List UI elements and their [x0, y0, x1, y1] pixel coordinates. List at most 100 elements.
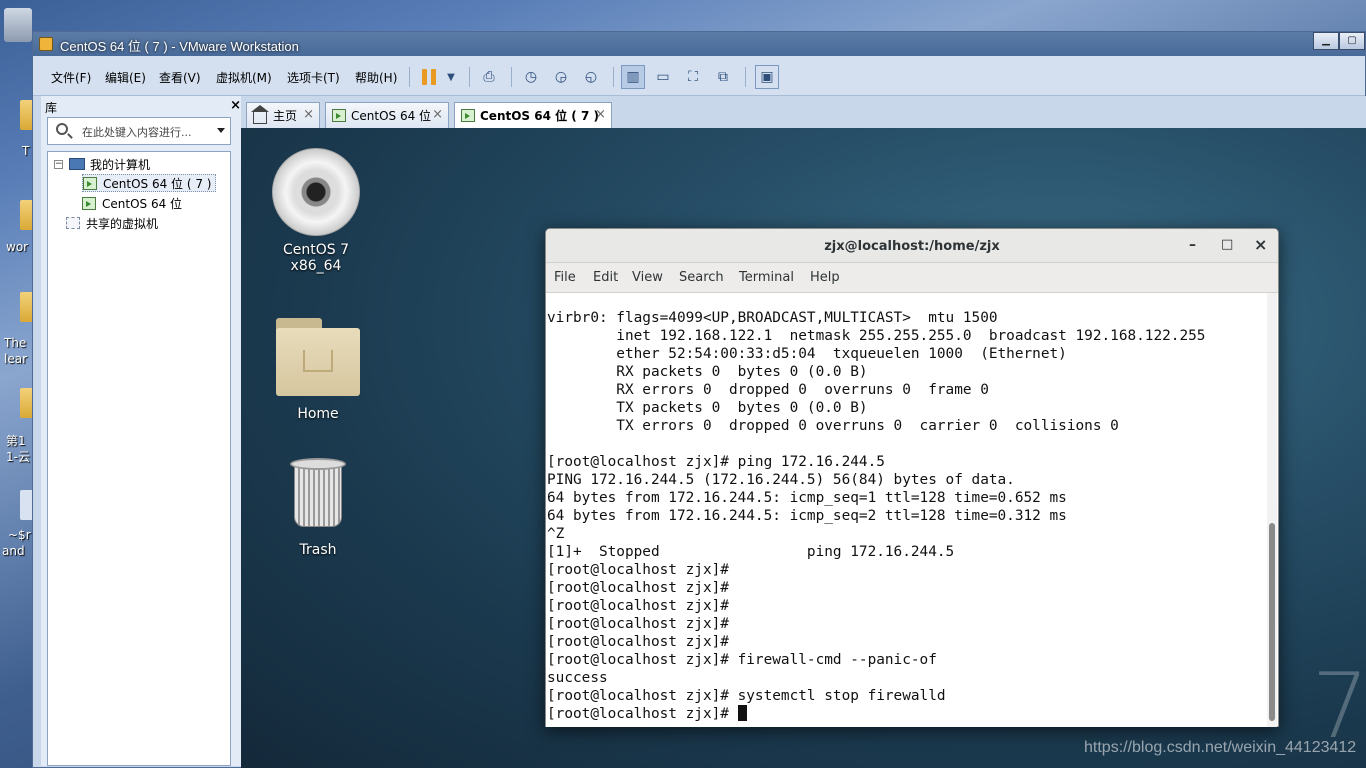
computer-icon — [69, 158, 85, 170]
close-icon[interactable]: × — [432, 107, 443, 122]
guest-icon-home[interactable]: Home — [271, 318, 365, 422]
maximize-button[interactable]: ▢ — [1339, 32, 1365, 50]
menu-view[interactable]: 查看(V) — [159, 69, 201, 86]
menu-edit[interactable]: 编辑(E) — [105, 69, 146, 86]
terminal-titlebar[interactable]: zjx@localhost:/home/zjx – □ × — [546, 229, 1278, 263]
terminal-line: [root@localhost zjx]# — [547, 598, 729, 614]
vm-icon — [332, 109, 346, 122]
terminal-line: ether 52:54:00:33:d5:04 txqueuelen 1000 … — [547, 346, 1067, 362]
collapse-icon[interactable]: − — [54, 159, 63, 169]
library-search-input[interactable]: 在此处键入内容进行... — [47, 117, 231, 145]
menubar: 文件(F) 编辑(E) 查看(V) 虚拟机(M) 选项卡(T) 帮助(H) ▼ … — [33, 56, 1365, 96]
terminal-scrollbar[interactable] — [1267, 293, 1277, 727]
guest-desktop[interactable]: CentOS 7 x86_64 Home Trash 7 zjx@localho… — [241, 128, 1366, 768]
terminal-title: zjx@localhost:/home/zjx — [824, 239, 1000, 254]
snapshot-icon[interactable]: ◷ — [519, 65, 543, 89]
send-ctrl-alt-del-icon[interactable]: ⎙ — [477, 65, 501, 89]
thumbnail-bar-icon[interactable]: ▭ — [651, 65, 675, 89]
tab-label: CentOS 64 位 ( 7 ) — [480, 109, 599, 123]
menu-help[interactable]: Help — [810, 270, 840, 285]
chevron-down-icon[interactable]: ▼ — [439, 65, 463, 89]
window-title: CentOS 64 位 ( 7 ) - VMware Workstation — [60, 39, 299, 54]
unity-icon[interactable]: ⧉ — [711, 65, 735, 89]
vmware-titlebar[interactable]: CentOS 64 位 ( 7 ) - VMware Workstation ▁… — [33, 32, 1365, 56]
terminal-window[interactable]: zjx@localhost:/home/zjx – □ × File Edit … — [545, 228, 1279, 727]
maximize-icon[interactable]: □ — [1221, 237, 1233, 252]
close-icon[interactable]: × — [595, 107, 606, 122]
desktop-icon-label: ~$r — [8, 528, 31, 542]
desktop-folder-icon[interactable]: T — [0, 100, 34, 160]
terminal-menubar: File Edit View Search Terminal Help — [546, 263, 1278, 293]
tab-centos[interactable]: CentOS 64 位 × — [325, 102, 449, 128]
library-header: 库 — [45, 101, 58, 115]
terminal-line: 64 bytes from 172.16.244.5: icmp_seq=2 t… — [547, 508, 1067, 524]
tree-item-vm-centos-7[interactable]: CentOS 64 位 ( 7 ) — [82, 174, 217, 192]
chevron-down-icon[interactable] — [217, 128, 225, 133]
tab-label: 主页 — [273, 109, 298, 123]
vm-icon — [82, 196, 96, 210]
menu-file[interactable]: File — [554, 270, 576, 285]
minimize-button[interactable]: ▁ — [1313, 32, 1339, 50]
toolbar-separator — [409, 67, 410, 87]
terminal-line: RX errors 0 dropped 0 overruns 0 frame 0 — [547, 382, 989, 398]
tree-item-label: 我的计算机 — [90, 157, 151, 172]
search-placeholder: 在此处键入内容进行... — [82, 126, 192, 139]
tree-item-label: CentOS 64 位 — [102, 196, 183, 211]
menu-tabs[interactable]: 选项卡(T) — [287, 69, 340, 86]
home-icon — [251, 104, 269, 124]
guest-icon-label: CentOS 7 x86_64 — [282, 242, 349, 274]
desktop-icon-label: 1-云 — [6, 450, 30, 464]
menu-edit[interactable]: Edit — [593, 270, 618, 285]
close-icon[interactable]: × — [1254, 235, 1267, 254]
menu-help[interactable]: 帮助(H) — [355, 69, 397, 86]
menu-view[interactable]: View — [632, 270, 663, 285]
terminal-output[interactable]: virbr0: flags=4099<UP,BROADCAST,MULTICAS… — [546, 293, 1268, 727]
menu-terminal[interactable]: Terminal — [739, 270, 794, 285]
desktop-folder-icon[interactable]: The lear — [0, 292, 34, 372]
search-icon — [56, 123, 68, 135]
fullscreen-icon[interactable]: ⛶ — [681, 65, 705, 89]
recycle-bin-icon[interactable]: recy — [0, 8, 34, 42]
terminal-line: RX packets 0 bytes 0 (0.0 B) — [547, 364, 868, 380]
desktop-icon-label: T — [22, 144, 30, 158]
menu-search[interactable]: Search — [679, 270, 724, 285]
tab-label: CentOS 64 位 — [351, 109, 432, 123]
desktop-icon-label: and — [2, 544, 25, 558]
desktop-icon-label: wor — [6, 240, 29, 254]
scrollbar-thumb[interactable] — [1269, 523, 1275, 721]
tab-centos-7[interactable]: CentOS 64 位 ( 7 ) × — [454, 102, 612, 128]
desktop-icon-label: The — [4, 336, 27, 350]
tab-bar: 主页 × CentOS 64 位 × CentOS 64 位 ( 7 ) × — [243, 96, 1366, 128]
desktop-icon-label: 第1 — [6, 434, 26, 448]
desktop-file-icon[interactable]: ~$r and — [0, 490, 34, 570]
folder-icon — [276, 318, 360, 396]
revert-snapshot-icon[interactable]: ◶ — [549, 65, 573, 89]
library-close-icon[interactable]: × — [230, 98, 241, 113]
tree-item-my-computer[interactable]: − 我的计算机 — [54, 155, 150, 173]
trash-icon — [290, 458, 346, 528]
desktop-icon-label: lear — [4, 352, 28, 366]
close-icon[interactable]: × — [303, 107, 314, 122]
terminal-line: success — [547, 670, 608, 686]
guest-icon-cd[interactable]: CentOS 7 x86_64 — [261, 148, 371, 274]
vmware-window: CentOS 64 位 ( 7 ) - VMware Workstation ▁… — [32, 31, 1366, 768]
vmware-app-icon — [39, 37, 53, 51]
menu-file[interactable]: 文件(F) — [51, 69, 91, 86]
desktop-folder-icon[interactable]: wor — [0, 200, 34, 260]
terminal-line: ^Z — [547, 526, 565, 542]
terminal-line: TX errors 0 dropped 0 overruns 0 carrier… — [547, 418, 1119, 434]
cd-icon — [272, 148, 360, 236]
tree-item-vm-centos[interactable]: CentOS 64 位 — [82, 194, 182, 212]
show-library-icon[interactable]: ▥ — [621, 65, 645, 89]
tree-item-label: CentOS 64 位 ( 7 ) — [103, 176, 212, 191]
terminal-line: inet 192.168.122.1 netmask 255.255.255.0… — [547, 328, 1206, 344]
tab-home[interactable]: 主页 × — [246, 102, 320, 128]
menu-vm[interactable]: 虚拟机(M) — [216, 69, 272, 86]
pause-icon[interactable] — [417, 65, 441, 89]
guest-icon-trash[interactable]: Trash — [271, 458, 365, 558]
snapshot-manager-icon[interactable]: ◵ — [579, 65, 603, 89]
console-view-icon[interactable]: ▣ — [755, 65, 779, 89]
desktop-folder-icon[interactable]: 第1 1-云 — [0, 388, 34, 468]
tree-item-shared-vms[interactable]: 共享的虚拟机 — [66, 214, 158, 232]
minimize-icon[interactable]: – — [1189, 237, 1196, 253]
